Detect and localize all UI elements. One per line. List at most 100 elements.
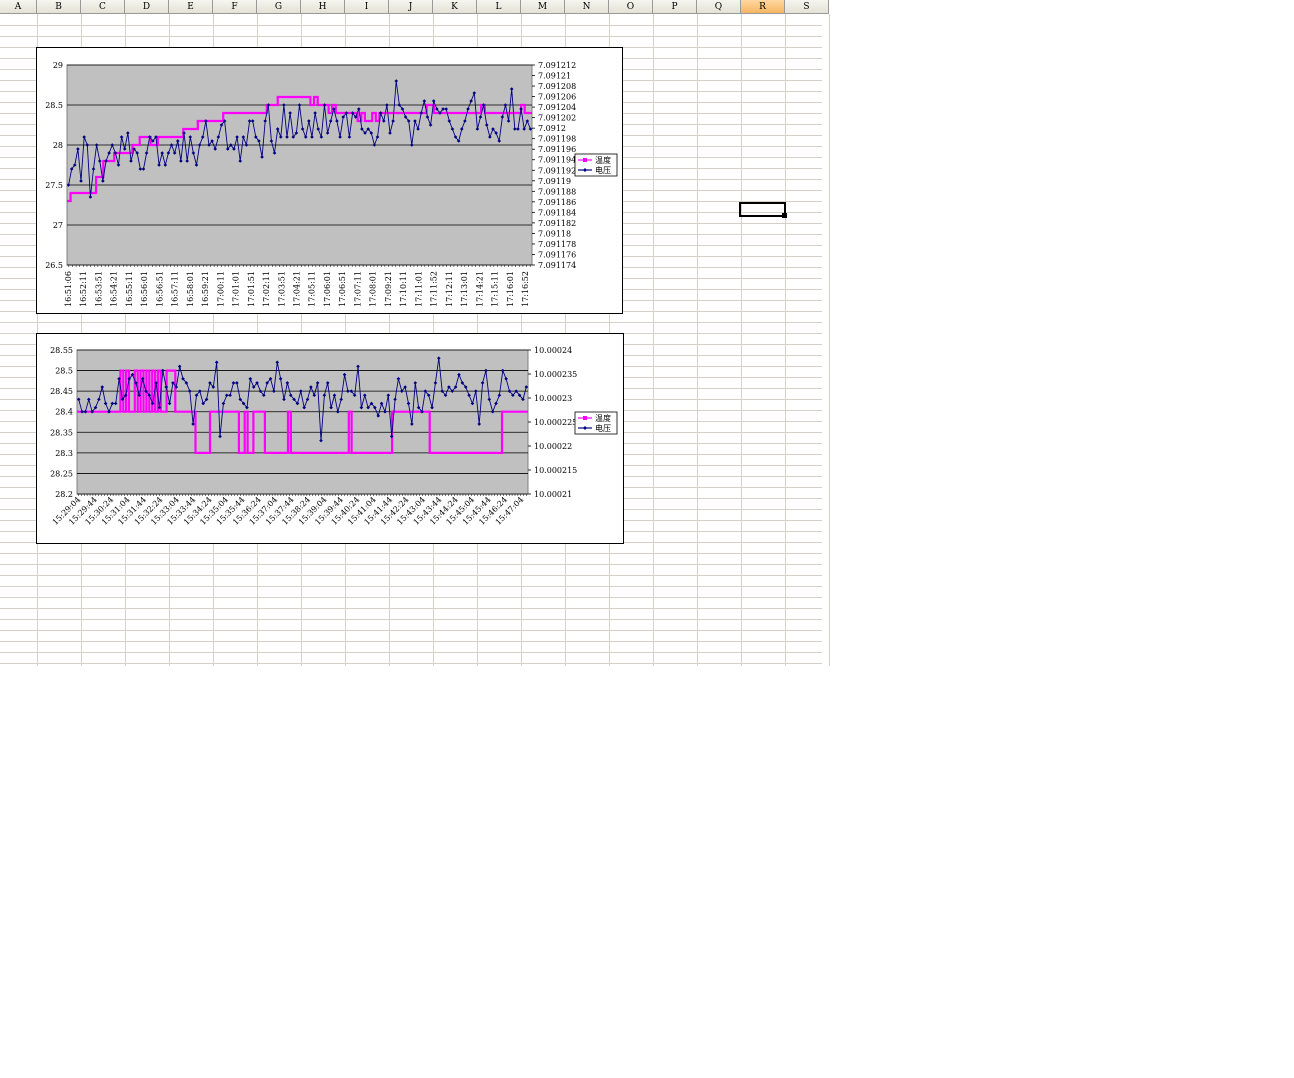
legend-label: 温度	[595, 413, 611, 423]
x-tick-label: 17:06:51	[338, 271, 347, 307]
x-tick-label: 17:05:11	[308, 271, 317, 307]
plot-area	[66, 64, 533, 266]
right-tick-label: 10.000215	[534, 466, 577, 475]
right-tick-label: 7.091206	[538, 93, 576, 102]
right-tick-label: 7.091184	[538, 208, 576, 217]
right-tick-label: 7.091188	[538, 187, 576, 196]
left-tick-label: 28.4	[55, 408, 73, 417]
x-tick-label: 17:01:51	[247, 271, 256, 307]
x-tick-label: 16:56:51	[155, 271, 164, 307]
chart-2-svg: 28.55 28.5 28.45 28.4 28.35 28.3 28.25 28.2 10.0…	[50, 346, 618, 527]
right-tick-label: 7.09118	[538, 229, 571, 238]
column-header-i[interactable]: I	[345, 0, 389, 14]
x-tick-label: 17:04:21	[293, 271, 302, 307]
left-tick-label: 28.5	[45, 101, 63, 110]
x-tick-label: 17:16:01	[506, 271, 515, 307]
right-tick-label: 7.091204	[538, 103, 576, 112]
x-tick-label: 17:09:21	[384, 271, 393, 307]
x-tick-label: 17:11:01	[414, 271, 423, 307]
chart-1[interactable]: 29 28.5 28 27.5 27 26.5 7.091212 7.09121 7.09120…	[36, 47, 623, 314]
chart-2[interactable]: 28.55 28.5 28.45 28.4 28.35 28.3 28.25 28.2 10.0…	[36, 333, 624, 544]
x-tick-label: 17:13:01	[460, 271, 469, 307]
x-tick-label: 16:51:06	[64, 271, 73, 307]
legend-label: 温度	[595, 155, 611, 165]
column-header-l[interactable]: L	[477, 0, 521, 14]
left-tick-label: 28.3	[55, 449, 73, 458]
right-tick-label: 10.00022	[534, 442, 572, 451]
right-tick-label: 7.091198	[538, 135, 576, 144]
right-tick-label: 7.091186	[538, 198, 576, 207]
x-tick-label: 17:00:11	[216, 271, 225, 307]
x-tick-label: 16:53:51	[94, 271, 103, 307]
left-tick-label: 29	[53, 61, 63, 70]
x-tick-label: 17:15:11	[491, 271, 500, 307]
left-tick-label: 27	[53, 221, 63, 230]
column-header-o[interactable]: O	[609, 0, 653, 14]
left-tick-label: 28.55	[50, 346, 73, 355]
x-tick-label: 16:55:11	[125, 271, 134, 307]
right-tick-label: 7.09121	[538, 72, 571, 81]
right-tick-label: 10.00023	[534, 394, 572, 403]
right-tick-label: 7.091174	[538, 261, 576, 270]
right-tick-label: 10.000225	[534, 418, 577, 427]
x-tick-label: 17:12:11	[445, 271, 454, 307]
right-tick-label: 7.091192	[538, 166, 576, 175]
right-tick-label: 7.09119	[538, 177, 571, 186]
right-tick-label: 7.091182	[538, 219, 576, 228]
right-tick-label: 7.091176	[538, 250, 576, 259]
column-header-c[interactable]: C	[81, 0, 125, 14]
x-tick-label: 16:56:01	[140, 271, 149, 307]
column-header-a[interactable]: A	[0, 0, 37, 14]
column-header-m[interactable]: M	[521, 0, 565, 14]
spreadsheet-sheet[interactable]: ABCDEFGHIJKLMNOPQRS 29 28.5 28 27.5 27 26.5 7.…	[0, 0, 1294, 1078]
column-header-d[interactable]: D	[125, 0, 169, 14]
x-tick-label: 17:08:01	[369, 271, 378, 307]
legend-marker	[583, 158, 587, 162]
x-tick-label: 16:58:01	[186, 271, 195, 307]
left-tick-label: 28.5	[55, 367, 73, 376]
column-header-b[interactable]: B	[37, 0, 81, 14]
right-tick-label: 7.091196	[538, 145, 576, 154]
left-tick-label: 26.5	[45, 261, 63, 270]
legend-marker	[583, 416, 587, 420]
column-header-p[interactable]: P	[653, 0, 697, 14]
right-tick-label: 7.0912	[538, 124, 566, 133]
column-header-s[interactable]: S	[785, 0, 829, 14]
right-tick-label: 7.091212	[538, 61, 576, 70]
left-tick-label: 28.45	[50, 387, 73, 396]
column-header-j[interactable]: J	[389, 0, 433, 14]
x-tick-label: 17:03:51	[277, 271, 286, 307]
x-tick-label: 16:54:21	[110, 271, 119, 307]
x-tick-label: 17:06:01	[323, 271, 332, 307]
left-tick-label: 28.25	[50, 469, 73, 478]
legend-label: 电压	[595, 165, 611, 175]
plot-area	[76, 349, 529, 495]
x-tick-label: 16:59:21	[201, 271, 210, 307]
x-tick-label: 17:16:52	[521, 271, 530, 307]
right-tick-label: 7.091178	[538, 240, 576, 249]
x-tick-label: 16:52:11	[79, 271, 88, 307]
left-tick-label: 28	[53, 141, 63, 150]
right-tick-label: 7.091194	[538, 156, 576, 165]
x-tick-label: 16:57:11	[171, 271, 180, 307]
right-tick-label: 7.091202	[538, 114, 576, 123]
column-header-h[interactable]: H	[301, 0, 345, 14]
fill-handle[interactable]	[782, 213, 787, 218]
column-header-r[interactable]: R	[741, 0, 785, 14]
column-header-k[interactable]: K	[433, 0, 477, 14]
left-tick-label: 28.2	[55, 490, 73, 499]
column-header-f[interactable]: F	[213, 0, 257, 14]
active-cell-selection[interactable]	[739, 202, 786, 217]
right-tick-label: 10.000235	[534, 370, 577, 379]
column-header-e[interactable]: E	[169, 0, 213, 14]
column-header-q[interactable]: Q	[697, 0, 741, 14]
x-tick-label: 17:14:21	[475, 271, 484, 307]
chart-1-svg: 2928.52827.52726.57.0912127.091217.09120…	[45, 61, 618, 307]
x-tick-label: 17:02:11	[262, 271, 271, 307]
left-tick-label: 28.35	[50, 428, 73, 437]
x-tick-label: 17:10:11	[399, 271, 408, 307]
column-header-n[interactable]: N	[565, 0, 609, 14]
column-header-g[interactable]: G	[257, 0, 301, 14]
x-tick-label: 17:07:11	[353, 271, 362, 307]
x-tick-label: 17:11:52	[430, 271, 439, 307]
